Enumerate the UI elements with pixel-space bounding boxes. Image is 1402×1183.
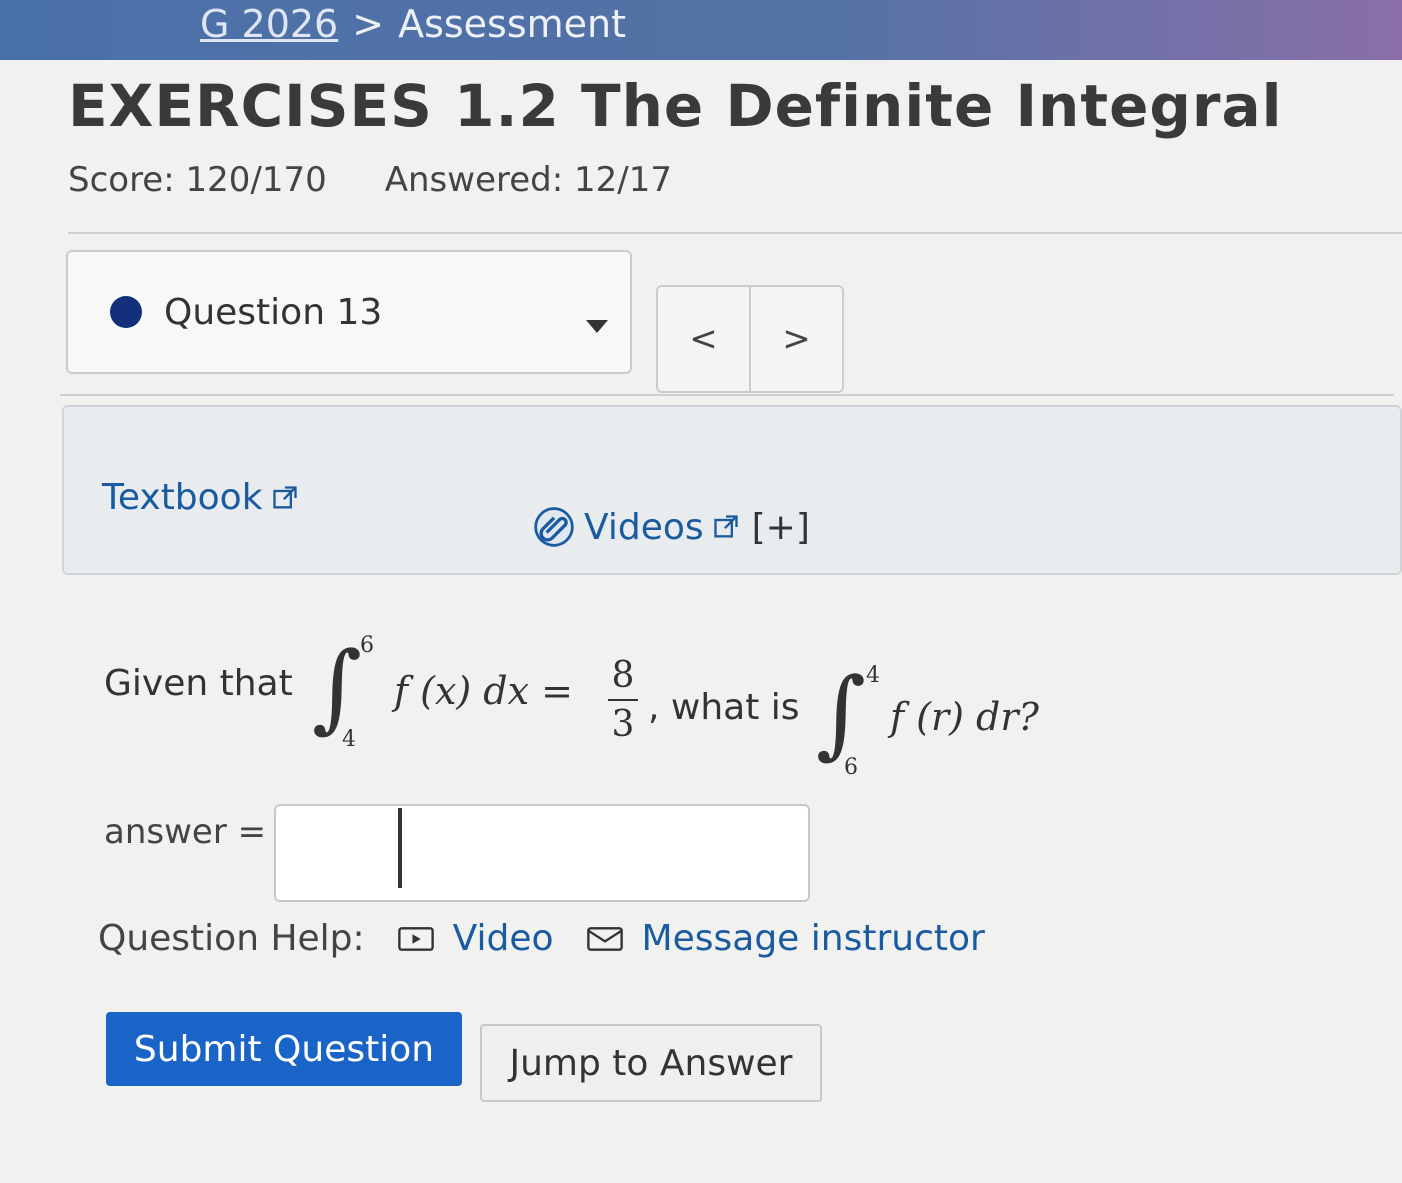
given-upper-limit: 6	[360, 633, 374, 658]
score-row: Score: 120/170 Answered: 12/17	[68, 160, 672, 200]
fraction-numerator: 8	[611, 655, 635, 696]
breadcrumb-current: Assessment	[398, 2, 627, 46]
given-integrand: f (x) dx =	[394, 669, 573, 713]
question-select-label: Question 13	[164, 291, 383, 333]
envelope-icon	[586, 926, 623, 951]
divider	[60, 394, 1394, 396]
divider	[68, 232, 1402, 234]
answer-label: answer =	[104, 812, 267, 852]
ask-integrand: f (r) dr?	[890, 695, 1039, 739]
paperclip-icon	[534, 507, 574, 547]
help-video-label: Video	[452, 918, 554, 959]
help-video-link[interactable]: Video	[397, 918, 554, 959]
breadcrumb-separator: >	[352, 2, 385, 46]
videos-link-label: Videos	[584, 506, 704, 548]
external-link-icon	[713, 515, 738, 538]
caret-down-icon	[586, 320, 608, 333]
question-help-label: Question Help:	[98, 918, 365, 959]
status-dot	[110, 296, 142, 328]
question-help: Question Help: Video Message instructor	[98, 918, 985, 959]
videos-link[interactable]: Videos [+]	[532, 505, 810, 549]
fraction: 8 3	[608, 655, 638, 745]
message-instructor-label: Message instructor	[641, 918, 985, 959]
page-title: EXERCISES 1.2 The Definite Integral	[68, 72, 1283, 140]
resources-panel: Textbook Videos [+]	[62, 405, 1402, 575]
fraction-bar	[608, 699, 638, 701]
ask-upper-limit: 4	[866, 663, 880, 688]
textbook-link-label: Textbook	[102, 477, 263, 518]
text-cursor	[398, 808, 402, 888]
fraction-denominator: 3	[611, 704, 635, 745]
video-icon	[397, 926, 434, 951]
question-nav-group: < >	[656, 285, 844, 393]
answer-input[interactable]	[274, 804, 810, 902]
jump-to-answer-button[interactable]: Jump to Answer	[480, 1024, 822, 1102]
breadcrumb-course-link[interactable]: G 2026	[200, 2, 338, 46]
ask-lower-limit: 6	[844, 755, 858, 780]
integral-sign: ∫	[816, 657, 867, 769]
integral-sign: ∫	[312, 631, 363, 743]
breadcrumb: G 2026 > Assessment	[200, 0, 626, 48]
textbook-link[interactable]: Textbook	[102, 477, 299, 518]
question-mid-text: , what is	[648, 687, 800, 728]
question-select[interactable]: Question 13	[66, 250, 632, 374]
external-link-icon	[272, 485, 297, 508]
previous-question-button[interactable]: <	[658, 287, 749, 391]
message-instructor-link[interactable]: Message instructor	[586, 918, 985, 959]
submit-question-button[interactable]: Submit Question	[106, 1012, 462, 1086]
next-question-button[interactable]: >	[749, 287, 842, 391]
top-bar: G 2026 > Assessment	[0, 0, 1402, 60]
question-prefix: Given that	[104, 663, 293, 704]
expand-toggle[interactable]: [+]	[752, 507, 810, 548]
score-text: Score: 120/170	[68, 160, 327, 200]
given-lower-limit: 4	[342, 727, 356, 752]
answered-text: Answered: 12/17	[384, 160, 672, 200]
question-text: Given that ∫ 6 4 f (x) dx = 8 3 , what i…	[104, 625, 1204, 785]
